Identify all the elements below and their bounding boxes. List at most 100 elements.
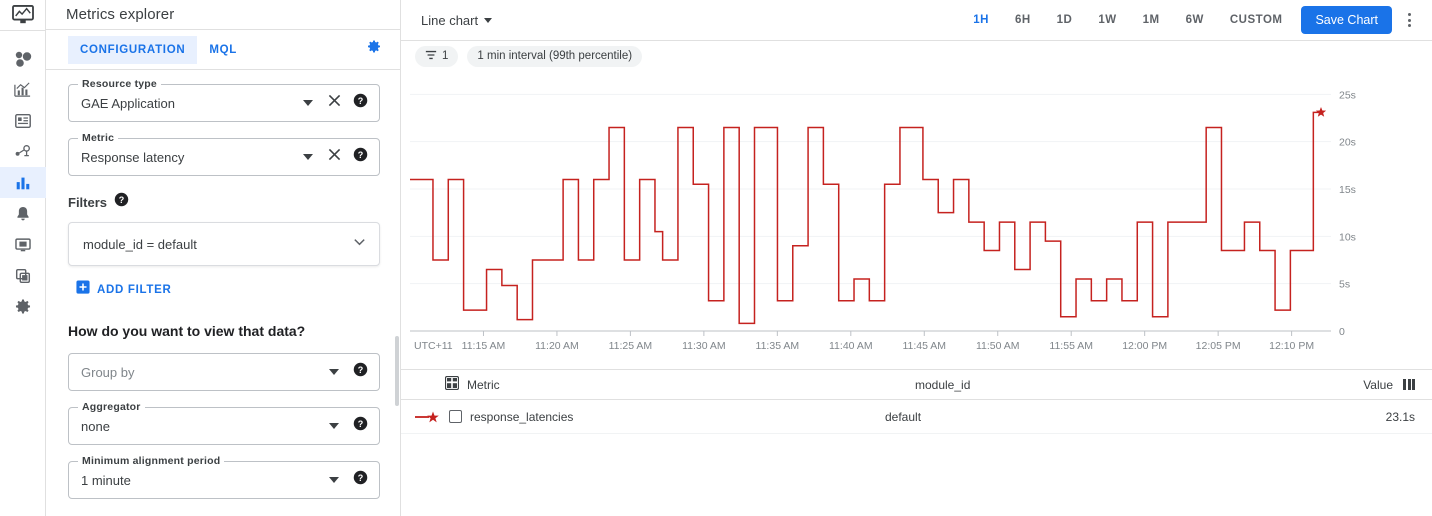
resource-type-dropdown-button[interactable] <box>295 90 321 116</box>
configuration-panel: Metrics explorer CONFIGURATION MQL Resou… <box>46 0 401 516</box>
sidebar-item-dashboards[interactable] <box>0 74 46 105</box>
resource-type-help-button[interactable]: ? <box>347 90 373 116</box>
svg-text:?: ? <box>357 473 363 483</box>
help-icon: ? <box>353 147 368 167</box>
aggregator-help-button[interactable]: ? <box>347 413 373 439</box>
alignment-period-field[interactable]: Minimum alignment period 1 minute ? <box>68 461 380 499</box>
chart-line-icon <box>13 80 32 99</box>
resource-type-clear-button[interactable] <box>321 90 347 116</box>
svg-text:?: ? <box>357 150 363 160</box>
sidebar-item-uptime-checks[interactable] <box>0 229 46 260</box>
x-axis-tick-label: 11:25 AM <box>609 340 653 352</box>
resource-type-value: GAE Application <box>81 96 295 111</box>
line-chart-svg: 05s10s15s20s25sUTC+1111:15 AM11:20 AM11:… <box>401 71 1432 367</box>
x-axis-tick-label: 11:50 AM <box>976 340 1020 352</box>
group-by-help-button[interactable]: ? <box>347 359 373 385</box>
legend-row-module-id: default <box>885 410 1285 424</box>
copy-layers-icon <box>14 267 32 285</box>
range-6w[interactable]: 6W <box>1173 8 1217 32</box>
legend-row-metric-label: response_latencies <box>470 410 573 424</box>
range-custom[interactable]: CUSTOM <box>1217 8 1296 32</box>
legend-row-value: 23.1s <box>1285 410 1415 424</box>
metric-value: Response latency <box>81 150 295 165</box>
column-header-module-id: module_id <box>915 378 1315 392</box>
aggregator-field[interactable]: Aggregator none ? <box>68 407 380 445</box>
x-axis-tick-label: 12:00 PM <box>1122 340 1167 352</box>
table-row[interactable]: response_latencies default 23.1s <box>401 400 1432 434</box>
tab-mql[interactable]: MQL <box>197 36 249 64</box>
help-icon: ? <box>353 362 368 382</box>
sidebar-item-services[interactable] <box>0 105 46 136</box>
chevron-down-icon <box>303 100 313 106</box>
aggregator-dropdown-button[interactable] <box>321 413 347 439</box>
tab-configuration[interactable]: CONFIGURATION <box>68 36 197 64</box>
group-by-dropdown-button[interactable] <box>321 359 347 385</box>
column-header-value-label: Value <box>1363 378 1393 392</box>
chevron-down-icon <box>303 154 313 160</box>
metric-dropdown-button[interactable] <box>295 144 321 170</box>
gear-icon <box>366 39 382 60</box>
y-axis-tick-label: 0 <box>1339 326 1345 338</box>
config-scrollbar[interactable] <box>395 336 399 406</box>
resource-type-field[interactable]: Resource type GAE Application ? <box>68 84 380 122</box>
filter-count-chip[interactable]: 1 <box>415 46 458 67</box>
alignment-period-dropdown-button[interactable] <box>321 467 347 493</box>
y-axis-tick-label: 10s <box>1339 231 1356 243</box>
sidebar-item-settings[interactable] <box>0 291 46 322</box>
save-chart-button[interactable]: Save Chart <box>1301 6 1392 34</box>
sidebar-item-overview[interactable] <box>0 43 46 74</box>
timezone-label: UTC+11 <box>414 340 453 352</box>
interval-chip[interactable]: 1 min interval (99th percentile) <box>467 46 642 67</box>
chevron-down-icon <box>329 369 339 375</box>
range-1d[interactable]: 1D <box>1044 8 1086 32</box>
alignment-period-help-button[interactable]: ? <box>347 467 373 493</box>
page-title-bar: Metrics explorer <box>46 0 400 30</box>
y-axis-tick-label: 25s <box>1339 89 1356 101</box>
svg-text:?: ? <box>119 195 125 205</box>
close-icon <box>328 94 341 112</box>
range-1h[interactable]: 1H <box>960 8 1002 32</box>
filters-label: Filters <box>68 195 107 210</box>
column-header-metric: Metric <box>445 376 915 393</box>
range-1m[interactable]: 1M <box>1130 8 1173 32</box>
chart-type-selector[interactable]: Line chart <box>421 13 492 28</box>
table-chart-icon[interactable] <box>445 376 459 393</box>
legend-row-checkbox[interactable] <box>449 410 462 423</box>
series-legend-table: Metric module_id Value <box>401 369 1432 434</box>
add-filter-button[interactable]: ADD FILTER <box>76 280 376 299</box>
metric-field[interactable]: Metric Response latency ? <box>68 138 380 176</box>
metric-clear-button[interactable] <box>321 144 347 170</box>
range-6h[interactable]: 6H <box>1002 8 1044 32</box>
sidebar-item-groups[interactable] <box>0 260 46 291</box>
chart-plot-area[interactable]: 05s10s15s20s25sUTC+1111:15 AM11:20 AM11:… <box>401 71 1432 367</box>
bar-chart-icon <box>14 174 32 192</box>
more-vert-icon[interactable] <box>1395 6 1423 34</box>
columns-icon[interactable] <box>1403 379 1415 390</box>
x-axis-tick-label: 12:05 PM <box>1196 340 1241 352</box>
filter-chip-module-id[interactable]: module_id = default <box>68 222 380 266</box>
page-title: Metrics explorer <box>66 6 174 23</box>
sidebar-item-alerting[interactable] <box>0 198 46 229</box>
column-header-value: Value <box>1315 378 1415 392</box>
chevron-down-icon[interactable] <box>352 234 367 254</box>
help-icon[interactable]: ? <box>114 192 129 212</box>
y-axis-tick-label: 20s <box>1339 137 1356 149</box>
chart-toolbar: Line chart 1H 6H 1D 1W 1M 6W CUSTOM Save… <box>401 0 1432 41</box>
sidebar-item-metrics-explorer[interactable] <box>0 167 46 198</box>
close-icon <box>328 148 341 166</box>
config-tabs-row: CONFIGURATION MQL <box>46 30 400 70</box>
config-settings-button[interactable] <box>362 38 386 62</box>
range-1w[interactable]: 1W <box>1085 8 1129 32</box>
filter-list-icon <box>425 49 437 64</box>
aggregator-value: none <box>81 419 321 434</box>
x-axis-tick-label: 11:35 AM <box>756 340 800 352</box>
end-marker-star-icon <box>1316 107 1326 117</box>
metric-help-button[interactable]: ? <box>347 144 373 170</box>
sidebar-item-slo[interactable] <box>0 136 46 167</box>
x-axis-tick-label: 11:40 AM <box>829 340 873 352</box>
view-data-question: How do you want to view that data? <box>68 323 376 339</box>
group-by-field[interactable]: Group by ? <box>68 353 380 391</box>
gear-icon <box>14 298 32 316</box>
filter-chip-label: module_id = default <box>83 237 197 252</box>
x-axis-tick-label: 11:15 AM <box>462 340 506 352</box>
